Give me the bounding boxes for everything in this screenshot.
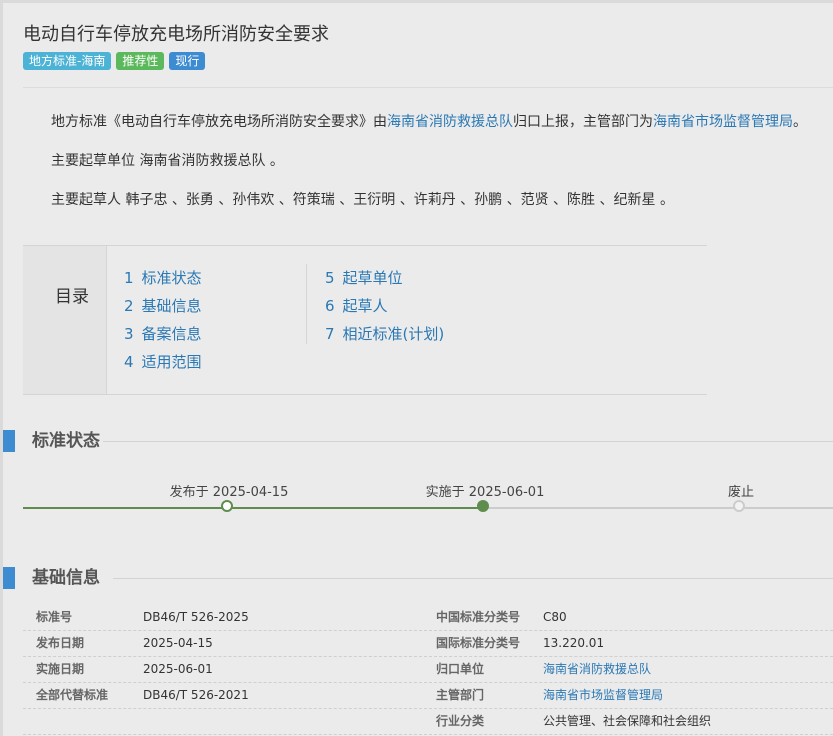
- intro-text: 地方标准《电动自行车停放充电场所消防安全要求》由: [51, 114, 387, 130]
- toc-num: 6: [325, 297, 335, 315]
- toc-label: 标准状态: [141, 269, 202, 287]
- tag-list: 地方标准-海南 推荐性 现行: [23, 52, 206, 70]
- toc-item-similar-standards[interactable]: 7 相近标准(计划): [325, 320, 444, 348]
- toc-item-drafters[interactable]: 6 起草人: [325, 292, 444, 320]
- section-status-header: 标准状态: [3, 430, 833, 452]
- timeline-label-abolished: 废止: [727, 485, 755, 500]
- header-divider: [23, 87, 833, 88]
- toc-title-box: 目录: [23, 246, 107, 394]
- toc-label: 适用范围: [141, 353, 202, 371]
- toc-item-filing[interactable]: 3 备案信息: [124, 320, 202, 348]
- info-value: 公共管理、社会保障和社会组织: [543, 714, 712, 728]
- info-label: 中国标准分类号: [436, 610, 521, 624]
- table-row: 发布日期 2025-04-15 国际标准分类号 13.220.01: [23, 630, 833, 657]
- toc-num: 5: [325, 269, 335, 287]
- toc-num: 7: [325, 325, 335, 343]
- toc-label: 基础信息: [141, 297, 202, 315]
- intro-line-1: 地方标准《电动自行车停放充电场所消防安全要求》由海南省消防救援总队归口上报，主管…: [51, 111, 807, 131]
- intro-drafters: 主要起草人 韩子忠 、张勇 、孙伟欢 、符策瑞 、王衍明 、许莉丹 、孙鹏 、范…: [51, 192, 674, 208]
- tag-status[interactable]: 现行: [169, 52, 206, 70]
- info-label: 主管部门: [436, 688, 485, 702]
- section-marker: [3, 567, 15, 589]
- toc-label: 起草单位: [342, 269, 403, 287]
- toc-item-scope[interactable]: 4 适用范围: [124, 348, 202, 376]
- tag-type[interactable]: 推荐性: [116, 52, 165, 70]
- timeline-label-published: 发布于 2025-04-15: [169, 485, 289, 500]
- timeline-node-abolished: [733, 500, 745, 512]
- toc-num: 2: [124, 297, 134, 315]
- info-label: 归口单位: [436, 662, 485, 676]
- section-divider: [113, 578, 833, 579]
- info-value: 13.220.01: [543, 636, 605, 650]
- toc-num: 1: [124, 269, 134, 287]
- timeline-label-effective: 实施于 2025-06-01: [425, 485, 545, 500]
- section-marker: [3, 430, 15, 452]
- timeline-remaining-line: [485, 507, 833, 509]
- info-value: 2025-04-15: [143, 636, 213, 650]
- window-top-border: [0, 0, 833, 3]
- timeline-progress-line: [23, 507, 485, 509]
- intro-text: 。: [793, 114, 807, 130]
- timeline-node-effective: [477, 500, 489, 512]
- info-label: 标准号: [36, 610, 73, 624]
- table-of-contents: 目录 1 标准状态 2 基础信息 3 备案信息 4 适用范围 5 起草单位 6 起草人 7相…: [23, 245, 707, 395]
- info-link[interactable]: 海南省消防救援总队: [543, 656, 651, 682]
- tag-region[interactable]: 地方标准-海南: [23, 52, 112, 70]
- section-basic-header: 基础信息: [3, 567, 833, 589]
- intro-drafting-unit: 主要起草单位 海南省消防救援总队 。: [51, 153, 284, 169]
- info-label: 全部代替标准: [36, 688, 109, 702]
- toc-title: 目录: [55, 287, 89, 307]
- info-label: 行业分类: [436, 714, 485, 728]
- info-value: DB46/T 526-2025: [143, 610, 249, 624]
- section-title: 标准状态: [32, 431, 100, 451]
- page-title: 电动自行车停放充电场所消防安全要求: [23, 24, 329, 45]
- info-value: DB46/T 526-2021: [143, 688, 249, 702]
- table-row: 实施日期 2025-06-01 归口单位 海南省消防救援总队: [23, 656, 833, 683]
- table-row: 行业分类 公共管理、社会保障和社会组织: [23, 708, 833, 735]
- info-label: 国际标准分类号: [436, 636, 521, 650]
- toc-column-right: 5 起草单位 6 起草人 7 相近标准(计划): [306, 264, 444, 344]
- link-guikou-unit[interactable]: 海南省消防救援总队: [387, 114, 513, 130]
- toc-label: 相近标准(计划): [342, 325, 445, 343]
- info-value: 2025-06-01: [143, 662, 213, 676]
- info-link[interactable]: 海南省市场监督管理局: [543, 682, 663, 708]
- toc-num: 4: [124, 353, 134, 371]
- toc-item-drafting-unit[interactable]: 5 起草单位: [325, 264, 444, 292]
- toc-column-left: 1 标准状态 2 基础信息 3 备案信息 4 适用范围: [124, 264, 202, 376]
- toc-label: 起草人: [342, 297, 388, 315]
- timeline-node-published: [221, 500, 233, 512]
- info-label: 实施日期: [36, 662, 85, 676]
- table-row: 全部代替标准 DB46/T 526-2021 主管部门 海南省市场监督管理局: [23, 682, 833, 709]
- info-label: 发布日期: [36, 636, 85, 650]
- table-row: 标准号 DB46/T 526-2025 中国标准分类号 C80: [23, 604, 833, 631]
- toc-label: 备案信息: [141, 325, 202, 343]
- toc-num: 3: [124, 325, 134, 343]
- intro-text: 归口上报，主管部门为: [513, 114, 653, 130]
- section-title: 基础信息: [32, 568, 100, 588]
- toc-item-status[interactable]: 1 标准状态: [124, 264, 202, 292]
- link-competent-dept[interactable]: 海南省市场监督管理局: [653, 114, 793, 130]
- section-divider: [103, 441, 833, 442]
- info-value: C80: [543, 610, 567, 624]
- window-left-border: [0, 0, 3, 736]
- toc-item-basic[interactable]: 2 基础信息: [124, 292, 202, 320]
